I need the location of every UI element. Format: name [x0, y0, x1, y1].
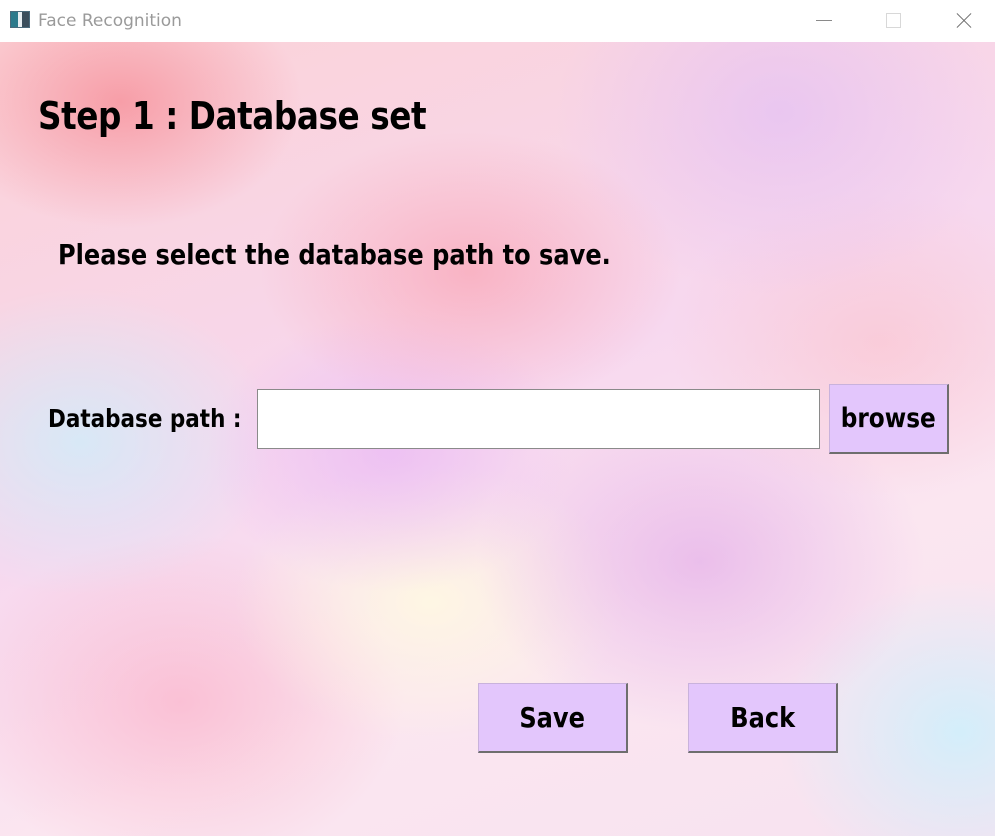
- save-button[interactable]: Save: [478, 683, 628, 753]
- database-path-label: Database path :: [48, 404, 242, 433]
- instruction-text: Please select the database path to save.: [58, 238, 611, 271]
- browse-button[interactable]: browse: [829, 384, 949, 454]
- window-title: Face Recognition: [38, 11, 182, 31]
- browse-button-label: browse: [840, 402, 937, 434]
- back-button-label: Back: [730, 700, 795, 734]
- back-button[interactable]: Back: [688, 683, 838, 753]
- database-path-input[interactable]: [257, 389, 820, 449]
- title-bar: Face Recognition: [0, 0, 995, 42]
- client-area: Step 1 : Database set Please select the …: [0, 42, 995, 836]
- minimize-icon[interactable]: [800, 0, 846, 42]
- page-title: Step 1 : Database set: [38, 94, 427, 138]
- maximize-icon[interactable]: [870, 0, 916, 42]
- save-button-label: Save: [519, 700, 586, 734]
- close-icon[interactable]: [940, 0, 986, 42]
- app-window-icon: [10, 11, 30, 28]
